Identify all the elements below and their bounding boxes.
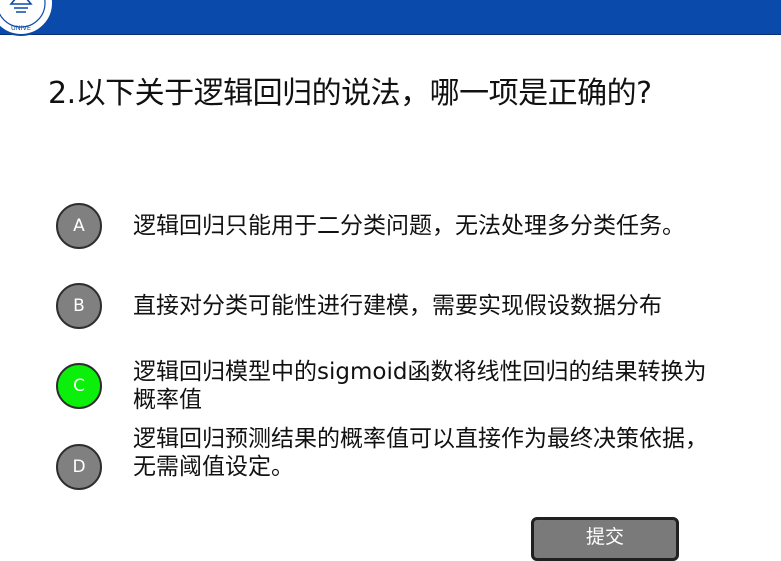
question-title: 2.以下关于逻辑回归的说法，哪一项是正确的? bbox=[48, 76, 652, 111]
option-a-text: 逻辑回归只能用于二分类问题，无法处理多分类任务。 bbox=[133, 213, 685, 239]
option-d-badge[interactable]: D bbox=[56, 444, 102, 490]
submit-button[interactable]: 提交 bbox=[531, 517, 679, 561]
option-b-badge[interactable]: B bbox=[56, 283, 102, 329]
option-c-text: 逻辑回归模型中的sigmoid函数将线性回归的结果转换为概率值 bbox=[133, 359, 707, 413]
university-seal-icon: UNIVE bbox=[0, 0, 54, 36]
logo-text: UNIVE bbox=[11, 24, 31, 32]
option-a[interactable]: A 逻辑回归只能用于二分类问题，无法处理多分类任务。 bbox=[56, 203, 736, 249]
option-b[interactable]: B 直接对分类可能性进行建模，需要实现假设数据分布 bbox=[56, 283, 736, 329]
option-c[interactable]: C 逻辑回归模型中的sigmoid函数将线性回归的结果转换为概率值 bbox=[56, 358, 736, 416]
top-bar: UNIVE bbox=[0, 0, 781, 36]
option-d-text: 逻辑回归预测结果的概率值可以直接作为最终决策依据，无需阈值设定。 bbox=[133, 426, 708, 480]
option-b-text: 直接对分类可能性进行建模，需要实现假设数据分布 bbox=[133, 293, 662, 319]
option-c-badge[interactable]: C bbox=[56, 363, 102, 409]
option-d[interactable]: D 逻辑回归预测结果的概率值可以直接作为最终决策依据，无需阈值设定。 bbox=[56, 425, 736, 491]
option-a-badge[interactable]: A bbox=[56, 203, 102, 249]
